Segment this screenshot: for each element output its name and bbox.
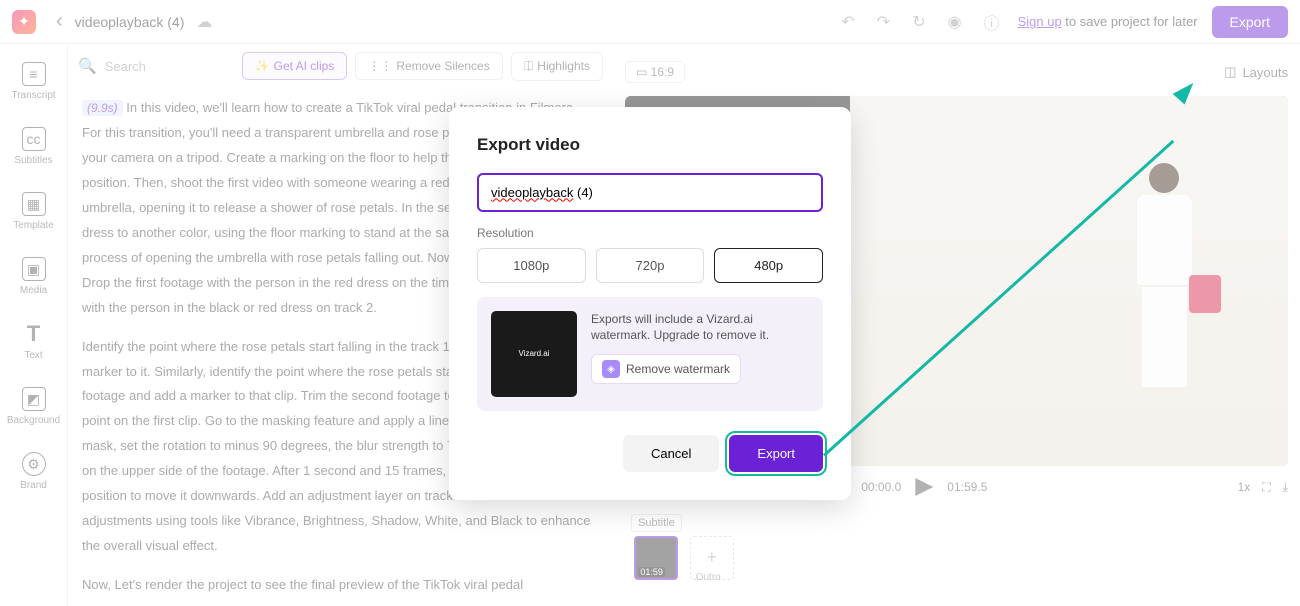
resolution-label: Resolution <box>477 226 823 240</box>
remove-watermark-button[interactable]: ◈ Remove watermark <box>591 354 741 384</box>
export-modal: Export video videoplayback (4) Resolutio… <box>449 107 851 500</box>
resolution-720p[interactable]: 720p <box>596 248 705 283</box>
filename-input[interactable]: videoplayback (4) <box>477 173 823 212</box>
watermark-preview: Vizard.ai <box>491 311 577 397</box>
modal-overlay: Export video videoplayback (4) Resolutio… <box>0 0 1300 606</box>
resolution-1080p[interactable]: 1080p <box>477 248 586 283</box>
cancel-button[interactable]: Cancel <box>623 435 719 472</box>
confirm-export-button[interactable]: Export <box>729 435 823 472</box>
watermark-notice: Vizard.ai Exports will include a Vizard.… <box>477 297 823 411</box>
diamond-icon: ◈ <box>602 360 620 378</box>
modal-title: Export video <box>477 135 823 155</box>
resolution-480p[interactable]: 480p <box>714 248 823 283</box>
